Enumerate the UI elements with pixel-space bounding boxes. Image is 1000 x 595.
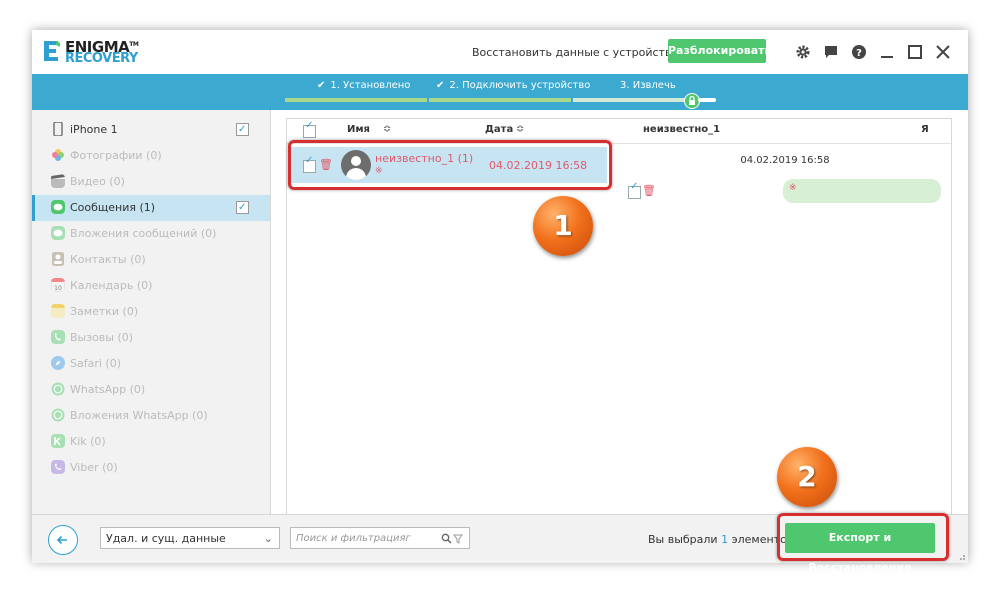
sidebar-item-notes[interactable]: Заметки (0) bbox=[32, 299, 270, 325]
sidebar-item-contacts[interactable]: Контакты (0) bbox=[32, 247, 270, 273]
sidebar-checkbox[interactable] bbox=[236, 195, 249, 221]
attachments-icon bbox=[51, 226, 65, 240]
sidebar-item-calls[interactable]: Вызовы (0) bbox=[32, 325, 270, 351]
sidebar-item-label: Календарь (0) bbox=[70, 279, 153, 292]
callout-number-1: 1 bbox=[533, 196, 593, 256]
select-all-checkbox[interactable] bbox=[303, 120, 316, 138]
callout-highlight-2 bbox=[777, 513, 949, 561]
enigma-logo: ENIGMATM RECOVERY bbox=[42, 38, 152, 66]
sidebar-item-whatsapp[interactable]: WhatsApp (0) bbox=[32, 377, 270, 403]
message-timestamp: 04.02.2019 16:58 bbox=[740, 155, 830, 166]
gear-icon[interactable] bbox=[794, 43, 812, 61]
sidebar-item-label: WhatsApp (0) bbox=[70, 383, 146, 396]
step-2: ✔ 2. Подключить устройство bbox=[436, 80, 591, 91]
trash-icon: 🗑 bbox=[642, 184, 656, 197]
progress-steps-bar: ✔ 1. Установлено ✔ 2. Подключить устройств… bbox=[32, 74, 968, 110]
minimize-icon[interactable] bbox=[878, 43, 896, 61]
data-filter-select[interactable]: Удал. и сущ. данные ⌄ bbox=[100, 527, 280, 549]
step-track-3 bbox=[573, 98, 685, 102]
select-value: Удал. и сущ. данные bbox=[106, 532, 226, 545]
callout-number-2: 2 bbox=[777, 447, 837, 507]
sort-icon[interactable]: ≎ bbox=[516, 124, 524, 135]
detail-contact-name: неизвестно_1 bbox=[643, 124, 721, 135]
kik-icon bbox=[51, 434, 65, 448]
sidebar-item-label: Контакты (0) bbox=[70, 253, 146, 266]
sidebar-item-kik[interactable]: Kik (0) bbox=[32, 429, 270, 455]
sidebar-checkbox[interactable] bbox=[236, 117, 249, 143]
logo-text-recovery: RECOVERY bbox=[65, 51, 138, 66]
whatsapp-icon bbox=[51, 382, 65, 396]
message-checkbox[interactable] bbox=[628, 181, 641, 199]
sidebar-item-safari[interactable]: Safari (0) bbox=[32, 351, 270, 377]
column-date-header[interactable]: Дата bbox=[485, 124, 513, 135]
sidebar-item-photos[interactable]: Фотографии (0) bbox=[32, 143, 270, 169]
logo-mark-icon bbox=[44, 41, 60, 61]
chat-icon[interactable] bbox=[822, 43, 840, 61]
title-bar: ENIGMATM RECOVERY Восстановить данные с … bbox=[32, 30, 968, 74]
viber-icon bbox=[51, 460, 65, 474]
detail-me-label: Я bbox=[921, 124, 929, 135]
selected-count-text: Вы выбрали 1 элементов bbox=[648, 533, 794, 546]
sidebar-item-label: Заметки (0) bbox=[70, 305, 139, 318]
sidebar-item-messages[interactable]: Сообщения (1) bbox=[32, 195, 270, 221]
sidebar-item-viber[interactable]: Viber (0) bbox=[32, 455, 270, 481]
unlock-button[interactable]: Разблокировать bbox=[668, 39, 772, 63]
close-icon[interactable] bbox=[934, 43, 952, 61]
restore-from-device-link[interactable]: Восстановить данные с устройства bbox=[472, 46, 678, 59]
progress-track-end bbox=[698, 98, 716, 102]
sidebar-item-label: Kik (0) bbox=[70, 435, 106, 448]
bubble-text: ※ bbox=[789, 183, 797, 193]
detail-header: неизвестно_1 Я bbox=[619, 119, 951, 144]
sidebar-item-iphone[interactable]: iPhone 1 bbox=[32, 117, 270, 143]
calendar-icon: 10 bbox=[51, 278, 65, 292]
messages-icon bbox=[51, 200, 65, 214]
chevron-down-icon: ⌄ bbox=[263, 532, 273, 545]
sidebar-item-label: Вызовы (0) bbox=[70, 331, 134, 344]
photos-icon bbox=[52, 149, 64, 161]
sidebar-item-video[interactable]: Видео (0) bbox=[32, 169, 270, 195]
lock-icon bbox=[689, 95, 695, 105]
help-icon[interactable]: ? bbox=[850, 43, 868, 61]
search-filter-icon bbox=[441, 533, 463, 544]
sort-icon[interactable]: ≎ bbox=[383, 124, 391, 135]
search-placeholder: Поиск и фильтрацияг bbox=[296, 533, 411, 544]
step-track-1 bbox=[285, 98, 427, 102]
maximize-icon[interactable] bbox=[906, 43, 924, 61]
video-icon bbox=[51, 174, 65, 188]
back-button[interactable] bbox=[48, 525, 78, 555]
svg-text:?: ? bbox=[856, 48, 862, 59]
resize-grip-icon[interactable] bbox=[956, 551, 966, 561]
sidebar-item-label: Вложения сообщений (0) bbox=[70, 227, 217, 240]
whatsapp-attachments-icon bbox=[51, 408, 65, 422]
contacts-icon bbox=[52, 252, 64, 266]
safari-icon bbox=[51, 356, 65, 370]
sidebar-item-label: Вложения WhatsApp (0) bbox=[70, 409, 208, 422]
check-icon: ✔ bbox=[436, 80, 445, 91]
sidebar-item-label: Фотографии (0) bbox=[70, 149, 162, 162]
sidebar-item-label: Видео (0) bbox=[70, 175, 125, 188]
category-sidebar: iPhone 1 Фотографии (0) Видео (0) Сообще… bbox=[32, 110, 271, 514]
search-input[interactable]: Поиск и фильтрацияг bbox=[290, 527, 470, 549]
sidebar-item-whatsapp-attachments[interactable]: Вложения WhatsApp (0) bbox=[32, 403, 270, 429]
sidebar-item-label: iPhone 1 bbox=[70, 123, 118, 136]
check-icon: ✔ bbox=[317, 80, 326, 91]
message-bubble: ※ bbox=[783, 179, 941, 203]
iphone-icon bbox=[53, 122, 63, 136]
notes-icon bbox=[51, 304, 65, 318]
sidebar-item-label: Сообщения (1) bbox=[70, 201, 156, 214]
callout-highlight-1 bbox=[288, 140, 612, 190]
sidebar-item-label: Safari (0) bbox=[70, 357, 121, 370]
step-track-2 bbox=[429, 98, 571, 102]
sidebar-item-calendar[interactable]: 10 Календарь (0) bbox=[32, 273, 270, 299]
column-name-header[interactable]: Имя bbox=[347, 124, 370, 135]
sidebar-item-label: Viber (0) bbox=[70, 461, 118, 474]
sidebar-item-message-attachments[interactable]: Вложения сообщений (0) bbox=[32, 221, 270, 247]
step-1: ✔ 1. Установлено bbox=[317, 80, 411, 91]
svg-text:10: 10 bbox=[54, 285, 62, 292]
arrow-left-icon bbox=[56, 535, 67, 545]
phone-icon bbox=[51, 330, 65, 344]
step-3: 3. Извлечь bbox=[620, 80, 676, 91]
